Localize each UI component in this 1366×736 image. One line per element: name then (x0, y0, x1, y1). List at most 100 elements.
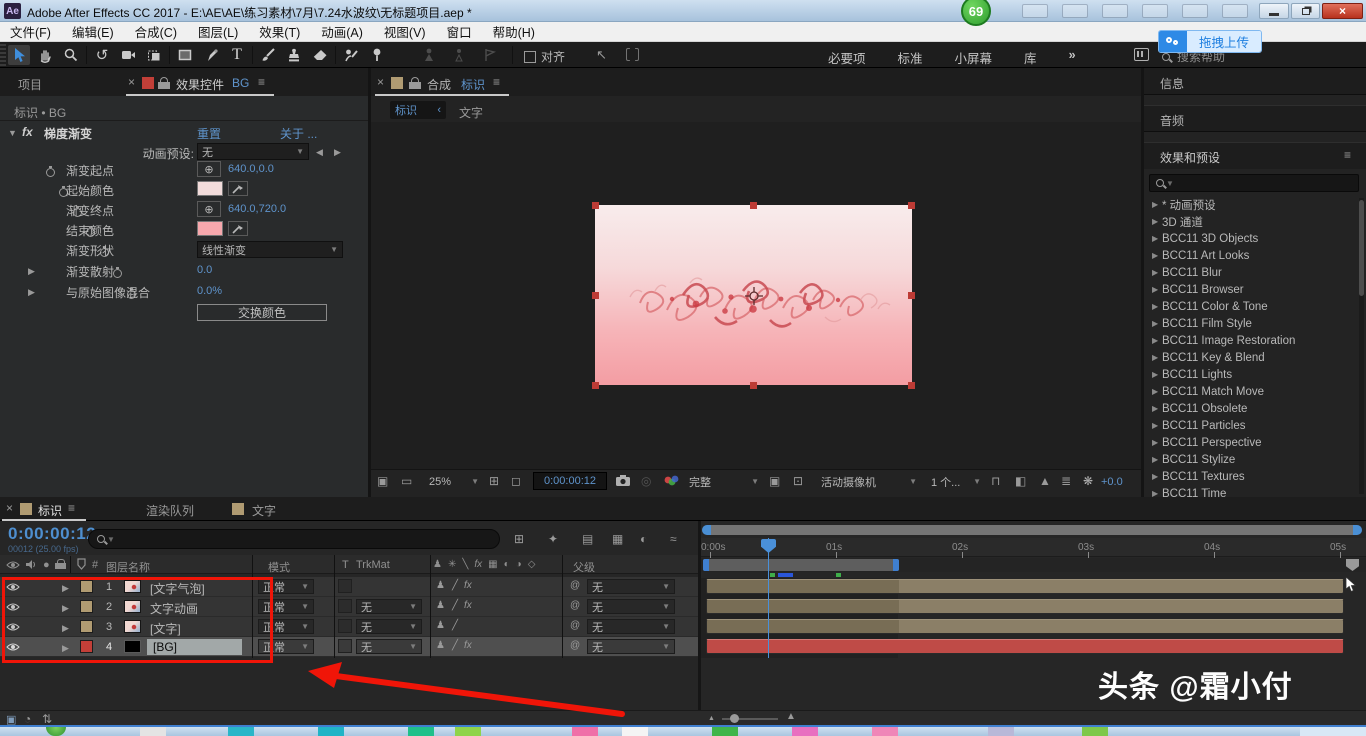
twirl-closed-icon[interactable]: ▶ (1150, 421, 1162, 430)
mode-column-header[interactable]: 模式 (268, 559, 290, 575)
keyframe-marker[interactable] (778, 573, 793, 577)
workspace-library[interactable]: 库 (1024, 48, 1037, 67)
pen-tool[interactable] (200, 45, 222, 65)
eraser-tool[interactable] (309, 45, 331, 65)
navigator-end-handle[interactable] (1353, 525, 1362, 535)
layer-duration-bar[interactable] (706, 579, 1344, 594)
effect-name[interactable]: 梯度渐变 (44, 125, 92, 142)
quality-toggle[interactable]: ╱ (452, 621, 458, 631)
parent-pickwhip-icon[interactable]: @ (570, 581, 580, 591)
zoom-slider-thumb[interactable] (730, 714, 739, 723)
preset-category[interactable]: ▶BCC11 Color & Tone (1150, 298, 1360, 315)
timeline-nav-icon[interactable]: ▲ (1039, 475, 1051, 487)
scrollbar[interactable] (1359, 198, 1364, 494)
effect-twirl-icon[interactable]: ▼ (8, 128, 17, 138)
tab-close-icon[interactable]: × (377, 76, 384, 88)
breadcrumb-back-icon[interactable]: ‹ (437, 104, 441, 116)
panel-menu-icon[interactable]: ≡ (68, 502, 75, 514)
preset-category[interactable]: ▶BCC11 Particles (1150, 417, 1360, 434)
preset-category[interactable]: ▶BCC11 Image Restoration (1150, 332, 1360, 349)
preset-category[interactable]: ▶BCC11 3D Objects (1150, 230, 1360, 247)
tab-close-icon[interactable]: × (128, 76, 135, 88)
point-picker-button[interactable]: ⊕ (197, 201, 221, 217)
pixel-aspect-icon[interactable]: ⊓ (991, 475, 1000, 487)
shy-toggle[interactable]: ♟ (436, 581, 445, 591)
channel-icon[interactable] (663, 475, 679, 487)
puppet-pin-tool[interactable] (366, 45, 388, 65)
hand-tool[interactable] (34, 45, 56, 65)
start-orb[interactable] (46, 727, 66, 736)
clone-stamp-tool[interactable] (283, 45, 305, 65)
preset-category[interactable]: ▶BCC11 Textures (1150, 468, 1360, 485)
mask-visibility-icon[interactable]: ◻ (511, 475, 521, 487)
tab-effect-controls[interactable]: 效果控件 (176, 76, 224, 93)
motion-blur-toggle-icon[interactable]: ◔ (24, 713, 31, 725)
selection-tool[interactable] (8, 45, 30, 65)
eyedropper-button[interactable] (228, 221, 248, 236)
shy-toggle[interactable]: ♟ (436, 641, 445, 651)
parent-column-header[interactable]: 父级 (573, 559, 595, 575)
workspace-essentials[interactable]: 必要项 (828, 48, 866, 67)
motion-blur-icon[interactable]: ◐ (640, 533, 647, 545)
t-checkbox[interactable] (338, 599, 352, 613)
scrollbar-thumb[interactable] (1359, 200, 1364, 296)
preset-category[interactable]: ▶BCC11 Obsolete (1150, 400, 1360, 417)
twirl-closed-icon[interactable]: ▶ (1150, 200, 1162, 209)
zoom-tool[interactable] (60, 45, 82, 65)
fx-toggle[interactable]: fx (464, 581, 472, 591)
effect-reset-link[interactable]: 重置 (197, 125, 221, 142)
exposure-reset-icon[interactable]: ❋ (1083, 475, 1093, 487)
viewer-timecode[interactable]: 0:00:00:12 (533, 472, 607, 490)
prop-twirl-icon[interactable]: ▶ (28, 287, 35, 298)
windows-taskbar[interactable] (0, 727, 1366, 736)
twirl-closed-icon[interactable]: ▶ (1150, 387, 1162, 396)
start-color-swatch[interactable] (197, 181, 223, 196)
playhead-line[interactable] (768, 538, 769, 658)
workspace-more[interactable]: » (1069, 48, 1076, 67)
menu-composition[interactable]: 合成(C) (135, 22, 177, 41)
tab-audio[interactable]: 音频 (1160, 112, 1184, 129)
parent-pickwhip-icon[interactable]: @ (570, 641, 580, 651)
draft-3d-icon[interactable]: ✦ (548, 533, 558, 545)
transparency-grid-icon[interactable]: ⊡ (793, 475, 803, 487)
quality-toggle[interactable]: ╱ (452, 581, 458, 591)
zoom-in-mountain-icon[interactable]: ▲ (786, 712, 796, 722)
timeline-search-input[interactable]: ▼ (88, 529, 500, 549)
prop-value[interactable]: 640.0,720.0 (228, 203, 286, 215)
resolution-dropdown[interactable]: 完整▼ (685, 473, 763, 490)
tab-close-icon[interactable]: × (6, 502, 13, 514)
work-area-start-handle[interactable] (703, 559, 709, 571)
comp-breadcrumb-other[interactable]: 文字 (459, 104, 483, 121)
panel-menu-icon[interactable]: ≡ (1344, 149, 1351, 161)
selection-handle[interactable] (592, 292, 599, 299)
camera-tool[interactable] (117, 45, 139, 65)
hide-shy-icon[interactable]: ▤ (582, 533, 593, 545)
parent-dropdown[interactable]: 无▼ (587, 619, 675, 634)
twirl-closed-icon[interactable]: ▶ (1150, 370, 1162, 379)
menu-animation[interactable]: 动画(A) (321, 22, 363, 41)
close-button[interactable]: × (1322, 3, 1363, 19)
twirl-closed-icon[interactable]: ▶ (1150, 353, 1162, 362)
region-of-interest-icon[interactable]: ▣ (769, 475, 780, 487)
preset-category[interactable]: ▶BCC11 Perspective (1150, 434, 1360, 451)
preset-category[interactable]: ▶BCC11 Stylize (1150, 451, 1360, 468)
tab-timeline-comp[interactable]: 标识 (38, 502, 62, 519)
panel-menu-icon[interactable]: ≡ (258, 76, 265, 88)
exposure-value[interactable]: +0.0 (1101, 476, 1123, 488)
view-dropdown[interactable]: 活动摄像机▼ (817, 473, 921, 490)
menu-effect[interactable]: 效果(T) (259, 22, 300, 41)
tab-info[interactable]: 信息 (1160, 75, 1184, 92)
navigator-start-handle[interactable] (702, 525, 711, 535)
preset-category[interactable]: ▶BCC11 Blur (1150, 264, 1360, 281)
twirl-closed-icon[interactable]: ▶ (1150, 336, 1162, 345)
tab-effects-presets[interactable]: 效果和预设 (1160, 149, 1220, 166)
always-preview-icon[interactable]: ▣ (377, 475, 388, 487)
preset-category[interactable]: ▶BCC11 Key & Blend (1150, 349, 1360, 366)
zoom-out-mountain-icon[interactable]: ▲ (708, 715, 715, 722)
preset-category[interactable]: ▶* 动画预设 (1150, 196, 1360, 213)
panel-menu-icon[interactable]: ≡ (493, 76, 500, 88)
current-timecode[interactable]: 0:00:00:12 (8, 524, 96, 544)
layer-duration-bar[interactable] (706, 619, 1344, 634)
timeline-zoom-slider[interactable] (722, 718, 778, 720)
shy-toggle[interactable]: ♟ (436, 601, 445, 611)
